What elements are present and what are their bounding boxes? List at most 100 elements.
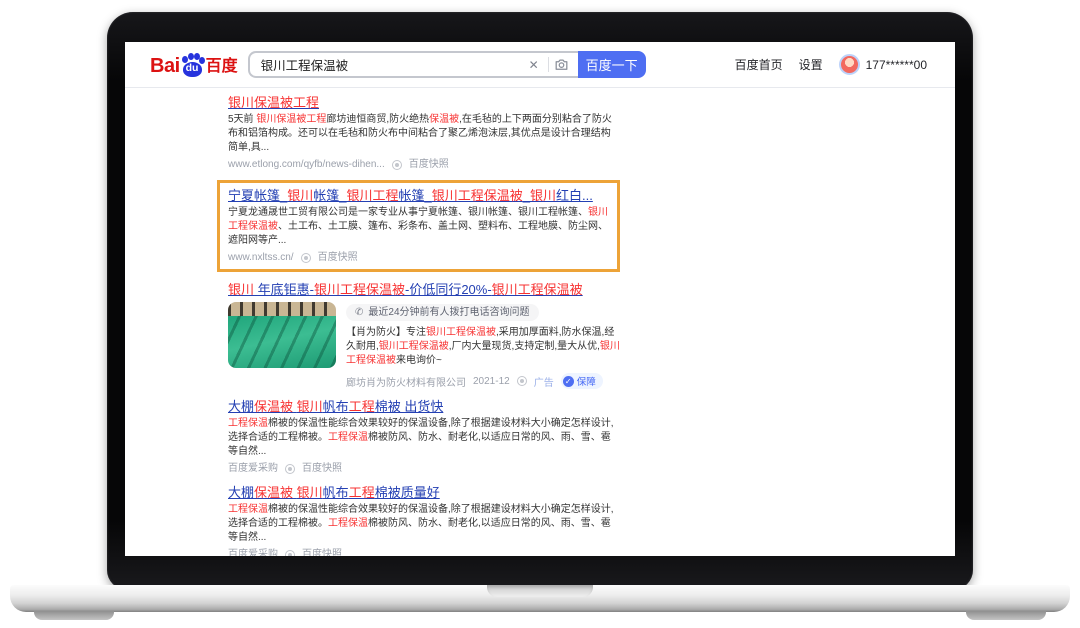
plain-text: 宁夏帐篷_	[228, 188, 287, 203]
shield-icon	[392, 160, 402, 170]
plain-text: 大棚	[228, 485, 254, 500]
nav-settings[interactable]: 设置	[799, 56, 823, 73]
result-snippet: 宁夏龙通晟世工贸有限公司是一家专业从事宁夏帐篷、银川帐篷、银川工程帐篷、银川工程…	[228, 206, 609, 248]
plain-text: -价低同行20%-	[405, 282, 492, 297]
highlighted-keyword: 银川保温被工程	[256, 114, 326, 125]
highlighted-keyword: 工程	[349, 485, 375, 500]
highlighted-keyword: 银川工程保温被	[432, 188, 523, 203]
plain-text: 来电询价~	[396, 355, 442, 366]
plain-text: 帐篷_	[313, 188, 346, 203]
highlighted-keyword: 银川	[297, 399, 323, 414]
highlighted-keyword: 工程保温	[328, 432, 368, 443]
header-right-nav: 百度首页 设置 177******00	[735, 54, 927, 75]
plain-text: 帆布	[323, 399, 349, 414]
search-result-ad: 银川 年底钜惠-银川工程保温被-价低同行20%-银川工程保温被✆最近24分钟前有…	[228, 281, 620, 389]
result-title-link[interactable]: 宁夏帐篷_银川帐篷_银川工程帐篷_银川工程保温被_银川红白...	[228, 187, 609, 204]
avatar	[839, 54, 860, 75]
search-bar: ✕ 百度一下	[248, 51, 646, 78]
nav-baidu-home[interactable]: 百度首页	[735, 56, 783, 73]
laptop-screen: Bai du 百度 ✕ 百度一下	[125, 42, 955, 556]
highlighted-keyword: 工程	[349, 399, 375, 414]
ad-thumbnail-image[interactable]	[228, 302, 336, 368]
search-result: 银川保温被工程5天前 银川保温被工程廊坊迪恒商贸,防火绝热保温被,在毛毡的上下两…	[228, 94, 620, 171]
laptop-notch	[487, 585, 593, 597]
clear-icon[interactable]: ✕	[525, 58, 543, 72]
baidu-header: Bai du 百度 ✕ 百度一下	[125, 42, 955, 88]
baidu-paw-icon: du	[180, 53, 205, 78]
highlighted-keyword: 保温被	[254, 485, 293, 500]
phone-icon: ✆	[355, 306, 363, 319]
laptop-mockup: Bai du 百度 ✕ 百度一下	[0, 0, 1080, 628]
result-title-link[interactable]: 大棚保温被 银川帆布工程棉被 出货快	[228, 398, 620, 415]
search-button[interactable]: 百度一下	[578, 51, 646, 78]
ad-content-row: ✆ 最近24分钟前有人拨打电话咨询问题【肖为防火】专注银川工程保温被,采用加厚面料…	[228, 302, 620, 389]
account-phone: 177******00	[866, 58, 927, 72]
plain-text: 大棚	[228, 399, 254, 414]
plain-text: 廊坊迪恒商贸,防火绝热	[326, 114, 429, 125]
input-divider	[548, 57, 549, 72]
highlighted-keyword: 银川工程保温被	[492, 282, 583, 297]
camera-icon[interactable]	[554, 57, 569, 72]
highlighted-keyword: 银川保温被工程	[228, 95, 319, 110]
search-result: 大棚保温被 银川帆布工程棉被 出货快工程保温棉被的保温性能综合效果较好的保温设备…	[228, 398, 620, 475]
logo-text-cn: 百度	[206, 57, 238, 77]
shield-icon	[301, 253, 311, 263]
source-url: 百度爱采购	[228, 462, 278, 475]
plain-text: 5天前	[228, 114, 256, 125]
ad-footer: 廊坊肖为防火材料有限公司2021-12广告✓保障	[346, 373, 620, 389]
snapshot-link[interactable]: 百度快照	[302, 548, 342, 556]
shield-icon	[285, 550, 295, 557]
ad-label: 广告	[534, 374, 554, 389]
plain-text: 棉被 出货快	[375, 399, 444, 414]
plain-text: 帐篷_	[399, 188, 432, 203]
source-url: www.etlong.com/qyfb/news-dihen...	[228, 158, 385, 171]
highlighted-keyword: 银川工程保温被	[314, 282, 405, 297]
shield-icon	[517, 376, 527, 386]
call-activity-note: ✆ 最近24分钟前有人拨打电话咨询问题	[346, 304, 539, 321]
snapshot-link[interactable]: 百度快照	[302, 462, 342, 475]
search-result: 宁夏帐篷_银川帐篷_银川工程帐篷_银川工程保温被_银川红白...宁夏龙通晟世工贸…	[217, 180, 620, 272]
result-source-row: 百度爱采购 百度快照	[228, 462, 620, 475]
highlighted-keyword: 工程保温	[328, 518, 368, 529]
baidu-logo[interactable]: Bai du 百度	[150, 53, 238, 77]
advertiser-name: 廊坊肖为防火材料有限公司	[346, 374, 466, 389]
account-entry[interactable]: 177******00	[839, 54, 927, 75]
call-activity-text: 最近24分钟前有人拨打电话咨询问题	[368, 306, 529, 319]
highlighted-keyword: 工程保温	[228, 504, 268, 515]
highlighted-keyword: 银川	[287, 188, 313, 203]
plain-text: 【肖为防火】专注	[346, 327, 426, 338]
highlighted-keyword: 银川工程保温被	[379, 341, 449, 352]
guarantee-badge[interactable]: ✓保障	[561, 373, 603, 389]
highlighted-keyword: 银川工程	[346, 188, 398, 203]
plain-text: 宁夏龙通晟世工贸有限公司是一家专业从事宁夏帐篷、银川帐篷、银川工程帐篷、	[228, 207, 588, 218]
result-snippet: 5天前 银川保温被工程廊坊迪恒商贸,防火绝热保温被,在毛毡的上下两面分别粘合了防…	[228, 113, 620, 155]
highlighted-keyword: 银川	[228, 282, 254, 297]
search-results: 银川保温被工程5天前 银川保温被工程廊坊迪恒商贸,防火绝热保温被,在毛毡的上下两…	[125, 88, 625, 556]
plain-text: _	[523, 188, 530, 203]
search-input[interactable]	[261, 58, 525, 72]
source-url: 百度爱采购	[228, 548, 278, 556]
result-source-row: www.nxltss.cn/百度快照	[228, 251, 609, 264]
result-title-link[interactable]: 大棚保温被 银川帆布工程棉被质量好	[228, 484, 620, 501]
guarantee-label: 保障	[577, 374, 596, 388]
highlighted-keyword: 银川工程保温被	[426, 327, 496, 338]
plain-text: 红白...	[556, 188, 593, 203]
logo-text-bai: Bai	[150, 55, 180, 77]
laptop-base	[10, 585, 1070, 612]
laptop-foot-left	[34, 611, 114, 620]
result-title-link[interactable]: 银川 年底钜惠-银川工程保温被-价低同行20%-银川工程保温被	[228, 281, 620, 298]
snapshot-link[interactable]: 百度快照	[409, 158, 449, 171]
ad-description: 【肖为防火】专注银川工程保温被,采用加厚面料,防水保温,经久耐用,银川工程保温被…	[346, 326, 620, 368]
logo-text-du: du	[186, 62, 199, 74]
highlighted-keyword: 银川	[530, 188, 556, 203]
result-title-link[interactable]: 银川保温被工程	[228, 94, 620, 111]
plain-text: 年底钜惠-	[254, 282, 314, 297]
search-result: 大棚保温被 银川帆布工程棉被质量好工程保温棉被的保温性能综合效果较好的保温设备,…	[228, 484, 620, 556]
highlighted-keyword: 保温被	[254, 399, 293, 414]
highlighted-keyword: 保温被	[429, 114, 459, 125]
shield-icon	[285, 464, 295, 474]
snapshot-link[interactable]: 百度快照	[318, 251, 358, 264]
search-box: ✕	[248, 51, 578, 78]
plain-text: 、土工布、土工膜、篷布、彩条布、盖土网、塑料布、工程地膜、防尘网、遮阳网等产..…	[228, 221, 608, 246]
ad-text-column: ✆ 最近24分钟前有人拨打电话咨询问题【肖为防火】专注银川工程保温被,采用加厚面料…	[346, 302, 620, 389]
